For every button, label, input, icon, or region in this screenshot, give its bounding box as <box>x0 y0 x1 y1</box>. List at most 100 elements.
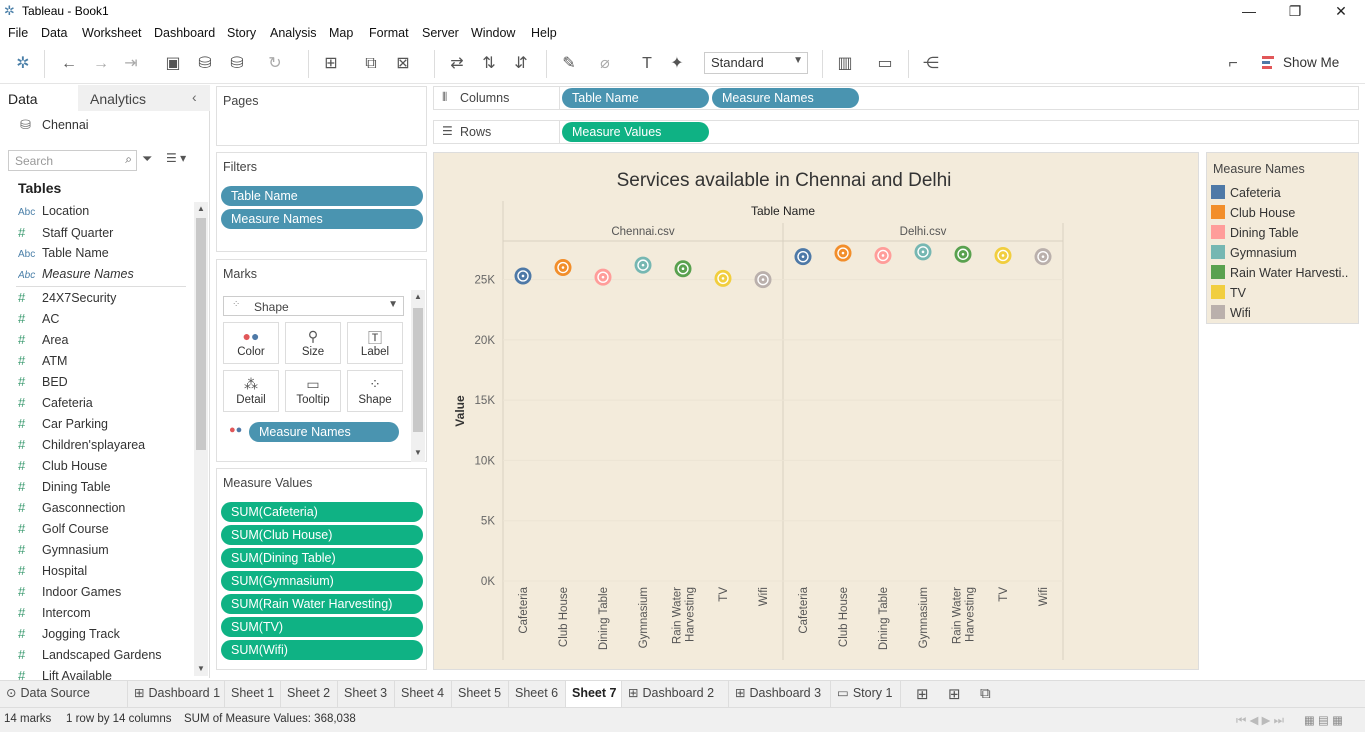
legend-item[interactable]: Cafeteria <box>1211 185 1353 200</box>
measure-value-pill[interactable]: SUM(Cafeteria) <box>221 502 423 522</box>
undo-icon[interactable]: ← <box>58 54 80 74</box>
field-measure[interactable]: # Intercom <box>18 605 188 625</box>
measure-value-pill[interactable]: SUM(Wifi) <box>221 640 423 660</box>
sheet-tab[interactable]: Sheet 2 <box>281 681 338 707</box>
marks-pill-measure-names[interactable]: Measure Names <box>249 422 399 442</box>
close-icon[interactable]: ✕ <box>1330 2 1352 20</box>
color-legend[interactable]: Measure Names Cafeteria Club House Dining … <box>1206 152 1359 324</box>
sheet-tab[interactable]: ⊙ Data Source <box>0 681 128 707</box>
rows-pill-measure-values[interactable]: Measure Values <box>562 122 709 142</box>
menu-server[interactable]: Server <box>422 26 459 40</box>
sheet-tab[interactable]: Sheet 4 <box>395 681 452 707</box>
menu-story[interactable]: Story <box>227 26 256 40</box>
collapse-pane-icon[interactable]: ‹ <box>192 89 197 105</box>
size-button[interactable]: ⚲ Size <box>285 322 341 364</box>
field-measure[interactable]: # Landscaped Gardens <box>18 647 188 667</box>
measure-values-card[interactable]: Measure Values SUM(Cafeteria) SUM(Club Ho… <box>216 468 427 670</box>
field-staff-quarter[interactable]: # Staff Quarter <box>18 225 188 245</box>
field-measure[interactable]: # Golf Course <box>18 521 188 541</box>
menu-window[interactable]: Window <box>471 26 515 40</box>
field-location[interactable]: Abc Location <box>18 204 188 224</box>
field-measure[interactable]: # Gymnasium <box>18 542 188 562</box>
share-icon[interactable]: ⋲ <box>920 54 942 74</box>
measure-value-pill[interactable]: SUM(Dining Table) <box>221 548 423 568</box>
legend-item[interactable]: Club House <box>1211 205 1353 220</box>
scroll-up-icon[interactable]: ▲ <box>197 204 205 213</box>
show-me-button[interactable]: Show Me <box>1283 55 1339 70</box>
filter-pill-table-name[interactable]: Table Name <box>221 186 423 206</box>
legend-item[interactable]: Dining Table <box>1211 225 1353 240</box>
new-worksheet-tab-icon[interactable]: ⊞ <box>916 685 929 703</box>
sheet-tab[interactable]: ▭ Story 1 <box>831 681 901 707</box>
duplicate-sheet-icon[interactable]: ⧉ <box>360 54 382 74</box>
measure-value-pill[interactable]: SUM(Rain Water Harvesting) <box>221 594 423 614</box>
menu-data[interactable]: Data <box>41 26 67 40</box>
view-options-icon[interactable]: ☰ ▾ <box>166 151 186 165</box>
menu-file[interactable]: File <box>8 26 28 40</box>
field-measure[interactable]: # Area <box>18 332 188 352</box>
refresh-icon[interactable]: ↻ <box>264 54 286 74</box>
pause-updates-icon[interactable]: ⛁ <box>226 54 248 74</box>
sheet-tab[interactable]: ⊞ Dashboard 1 <box>128 681 225 707</box>
group-icon[interactable]: ⌀ <box>594 54 616 74</box>
field-measure[interactable]: # ATM <box>18 353 188 373</box>
restore-icon[interactable]: ❐ <box>1284 2 1306 20</box>
format-painter-icon[interactable]: ⌐ <box>1222 54 1244 74</box>
fit-dropdown[interactable]: Standard ▼ <box>704 52 808 74</box>
new-dashboard-tab-icon[interactable]: ⊞ <box>948 685 961 703</box>
show-labels-icon[interactable]: T <box>636 54 658 74</box>
field-measure[interactable]: # BED <box>18 374 188 394</box>
sheet-tab[interactable]: Sheet 5 <box>452 681 509 707</box>
columns-pill-measure-names[interactable]: Measure Names <box>712 88 859 108</box>
mark-type-dropdown[interactable]: ⁘ Shape ▼ <box>223 296 404 316</box>
new-story-tab-icon[interactable]: ⧉ <box>980 685 991 702</box>
legend-item[interactable]: Gymnasium <box>1211 245 1353 260</box>
rows-shelf[interactable]: ☰ Rows Measure Values <box>433 120 1359 144</box>
new-datasource-icon[interactable]: ⛁ <box>194 54 216 74</box>
field-measure[interactable]: # AC <box>18 311 188 331</box>
tab-data[interactable]: Data <box>0 85 78 111</box>
chart[interactable]: Services available in Chennai and Delhi T… <box>434 153 1200 671</box>
pin-icon[interactable]: ✦ <box>666 54 688 74</box>
new-worksheet-icon[interactable]: ⊞ <box>320 54 342 74</box>
field-measure[interactable]: # Cafeteria <box>18 395 188 415</box>
scrollbar-thumb[interactable] <box>196 218 206 450</box>
field-measure[interactable]: # Car Parking <box>18 416 188 436</box>
clear-sheet-icon[interactable]: ⊠ <box>392 54 414 74</box>
datasource-name[interactable]: Chennai <box>42 118 89 132</box>
field-table-name[interactable]: Abc Table Name <box>18 246 188 266</box>
field-measure[interactable]: # Dining Table <box>18 479 188 499</box>
columns-shelf[interactable]: ⦀ Columns Table Name Measure Names <box>433 86 1359 110</box>
sheet-tab[interactable]: Sheet 3 <box>338 681 395 707</box>
viz-area[interactable]: Services available in Chennai and Delhi T… <box>433 152 1199 670</box>
tooltip-button[interactable]: ▭ Tooltip <box>285 370 341 412</box>
field-measure-names[interactable]: Abc Measure Names <box>18 267 188 287</box>
columns-pill-table-name[interactable]: Table Name <box>562 88 709 108</box>
menu-format[interactable]: Format <box>369 26 409 40</box>
filter-icon[interactable]: ⏷ <box>142 151 152 167</box>
sort-ascending-icon[interactable]: ⇅ <box>478 54 500 74</box>
field-measure[interactable]: # Children'splayarea <box>18 437 188 457</box>
field-measure[interactable]: #24X7Security <box>18 290 188 310</box>
show-cards-icon[interactable]: ▥ <box>834 54 856 74</box>
color-button[interactable]: ●● Color <box>223 322 279 364</box>
shape-button[interactable]: ⁘ Shape <box>347 370 403 412</box>
sheet-tab[interactable]: Sheet 6 <box>509 681 566 707</box>
navigation-icons[interactable]: ⏮ ◀ ▶ ⏭ <box>1236 713 1284 728</box>
save-icon[interactable]: ▣ <box>162 54 184 74</box>
tab-analytics[interactable]: Analytics ‹ <box>78 85 210 111</box>
measure-value-pill[interactable]: SUM(TV) <box>221 617 423 637</box>
filters-card[interactable]: Filters Table Name Measure Names <box>216 152 427 252</box>
sheet-tab[interactable]: Sheet 7 <box>566 681 622 707</box>
legend-item[interactable]: Rain Water Harvesti.. <box>1211 265 1353 280</box>
measure-value-pill[interactable]: SUM(Gymnasium) <box>221 571 423 591</box>
redo-icon[interactable]: → <box>90 54 112 74</box>
scrollbar-thumb[interactable] <box>413 308 423 432</box>
field-measure[interactable]: # Hospital <box>18 563 188 583</box>
field-measure[interactable]: # Jogging Track <box>18 626 188 646</box>
detail-button[interactable]: ⁂ Detail <box>223 370 279 412</box>
minimize-icon[interactable]: — <box>1238 2 1260 20</box>
field-measure[interactable]: # Indoor Games <box>18 584 188 604</box>
scroll-down-icon[interactable]: ▼ <box>197 664 205 673</box>
pages-card[interactable]: Pages <box>216 86 427 146</box>
